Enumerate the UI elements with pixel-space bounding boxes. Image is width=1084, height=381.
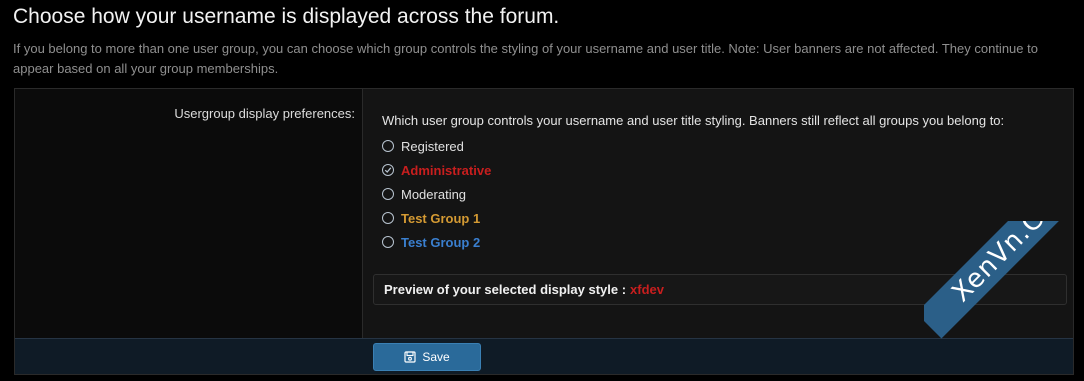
form-footer: Save xyxy=(15,338,1073,374)
usergroup-option[interactable]: Moderating xyxy=(382,182,1073,206)
form-row: Usergroup display preferences: Which use… xyxy=(15,89,1073,338)
usergroup-option[interactable]: Registered xyxy=(382,134,1073,158)
watermark: XenVn.Com xyxy=(924,221,1084,381)
radio-checked-icon[interactable] xyxy=(382,164,394,176)
page-title: Choose how your username is displayed ac… xyxy=(13,5,560,28)
save-button[interactable]: Save xyxy=(373,343,481,371)
form-explain: Which user group controls your username … xyxy=(382,113,1005,128)
radio-unchecked-icon[interactable] xyxy=(382,212,394,224)
watermark-text: XenVn.Com xyxy=(946,221,1081,309)
preferences-form: Usergroup display preferences: Which use… xyxy=(14,88,1074,375)
page-description: If you belong to more than one user grou… xyxy=(13,41,1038,76)
radio-unchecked-icon[interactable] xyxy=(382,236,394,248)
radio-unchecked-icon[interactable] xyxy=(382,188,394,200)
usergroup-option[interactable]: Administrative xyxy=(382,158,1073,182)
preview-label: Preview of your selected display style : xyxy=(384,282,627,297)
preview-username: xfdev xyxy=(630,282,665,297)
usergroup-option-label: Registered xyxy=(401,138,464,154)
radio-unchecked-icon[interactable] xyxy=(382,140,394,152)
usergroup-option-label: Administrative xyxy=(401,162,492,178)
form-row-label: Usergroup display preferences: xyxy=(15,89,363,338)
save-button-label: Save xyxy=(422,350,450,364)
save-icon xyxy=(404,351,416,363)
usergroup-option-label: Test Group 2 xyxy=(401,234,481,250)
usergroup-option-label: Moderating xyxy=(401,186,467,202)
usergroup-option-label: Test Group 1 xyxy=(401,210,481,226)
